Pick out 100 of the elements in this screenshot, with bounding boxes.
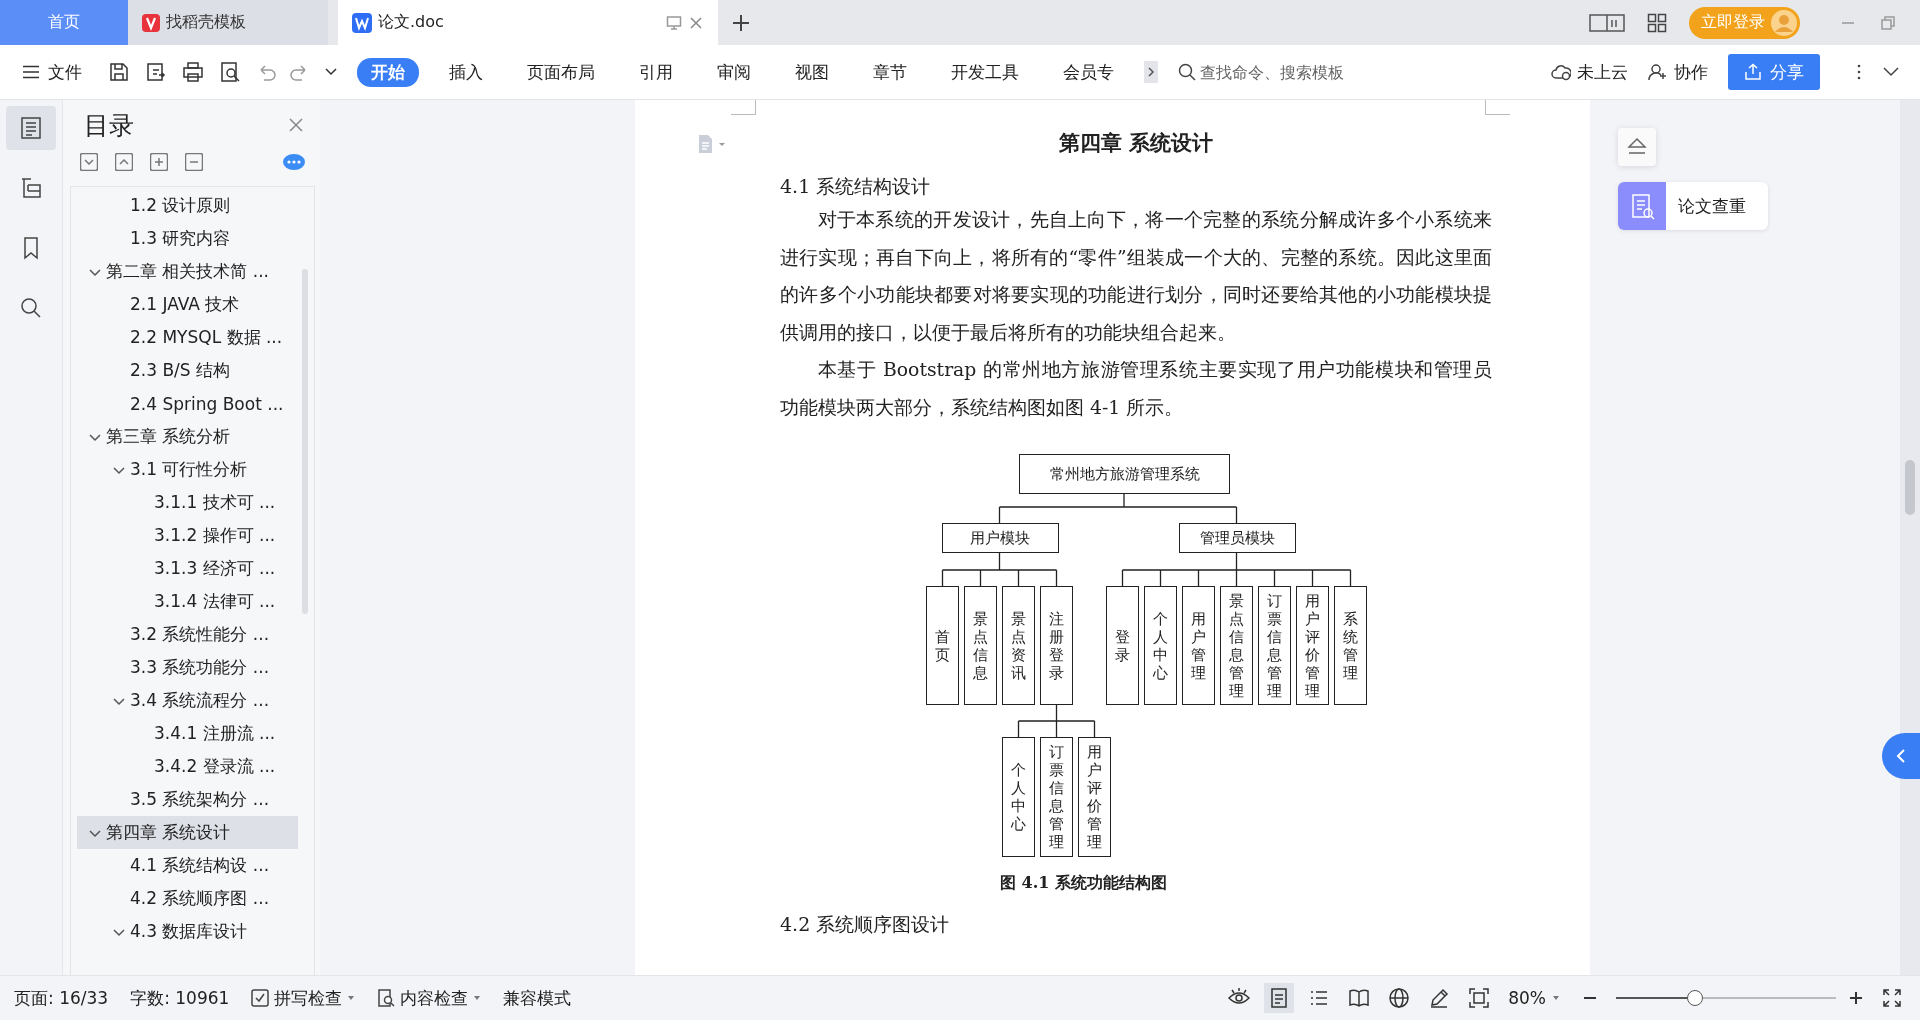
diagram-node: 个人中心	[1002, 737, 1035, 857]
reading-mode-icon[interactable]	[1589, 12, 1625, 33]
toc-item[interactable]: 2.4 Spring Boot ...	[77, 387, 298, 420]
check-box-icon	[251, 989, 270, 1007]
close-icon[interactable]	[289, 118, 303, 132]
scrollbar[interactable]	[1900, 100, 1920, 975]
content-check-button[interactable]: 内容检查	[377, 986, 482, 1010]
diagram-node: 用户管理	[1182, 586, 1215, 705]
expand-up-icon[interactable]	[115, 153, 133, 171]
person-add-icon	[1648, 63, 1668, 81]
scrollbar[interactable]	[302, 269, 308, 614]
zoom-in-icon[interactable]	[1848, 990, 1864, 1006]
side-expand-tab[interactable]	[1882, 733, 1920, 779]
caret-icon	[473, 995, 482, 1001]
crop-mark	[1485, 100, 1510, 115]
tab[interactable]: 找稻壳模板	[128, 0, 328, 45]
toc-item[interactable]: 3.5 系统架构分 ...	[77, 783, 298, 816]
diagram-node: 首页	[926, 586, 959, 705]
toc-item[interactable]: 3.4 系统流程分 ...	[77, 684, 298, 717]
ribbon-tab[interactable]: 章节	[859, 57, 921, 87]
collapse-ribbon-icon[interactable]	[1882, 66, 1900, 78]
pen-icon[interactable]	[1428, 987, 1451, 1009]
toc-item[interactable]: 4.3 数据库设计	[77, 915, 298, 948]
app-logo-icon	[142, 13, 160, 32]
toc-item[interactable]: 2.2 MYSQL 数据 ...	[77, 321, 298, 354]
diagram-node: 常州地方旅游管理系统	[1019, 454, 1230, 494]
cloud-status-button[interactable]: 未上云	[1551, 60, 1628, 84]
ribbon-tab[interactable]: 开始	[357, 57, 419, 87]
toc-item[interactable]: 3.4.2 登录流 ...	[77, 750, 298, 783]
export-icon[interactable]	[145, 61, 167, 83]
chapter-heading: 第四章 系统设计	[1057, 129, 1215, 157]
toc-item[interactable]: 3.4.1 注册流 ...	[77, 717, 298, 750]
collapse-icon[interactable]	[1618, 128, 1656, 166]
ribbon-tab[interactable]: 开发工具	[937, 57, 1033, 87]
share-icon	[1744, 63, 1762, 81]
diagram-node: 景点信息管理	[1220, 586, 1253, 705]
globe-icon[interactable]	[1388, 987, 1411, 1009]
caret-icon	[1552, 995, 1560, 1001]
more-tabs-icon[interactable]	[1144, 61, 1158, 83]
toc-item[interactable]: 1.3 研究内容	[77, 222, 298, 255]
document-icon	[352, 12, 372, 33]
ribbon-tab[interactable]: 引用	[625, 57, 687, 87]
ribbon-tab[interactable]: 插入	[435, 57, 497, 87]
diagram-node: 注册登录	[1040, 586, 1073, 705]
toc-item[interactable]: 3.2 系统性能分 ...	[77, 618, 298, 651]
close-icon[interactable]	[688, 14, 704, 31]
fullscreen-icon[interactable]	[1882, 988, 1902, 1008]
ribbon-tab[interactable]: 视图	[781, 57, 843, 87]
diagram-node: 订票信息管理	[1040, 737, 1073, 857]
print-icon[interactable]	[182, 61, 204, 83]
crop-mark	[731, 100, 756, 115]
fit-page-icon[interactable]	[1468, 987, 1491, 1009]
remove-icon[interactable]	[185, 153, 203, 171]
tab[interactable]: 论文.doc	[338, 0, 718, 45]
page-view-icon[interactable]	[1264, 983, 1295, 1013]
section-heading: 4.1 系统结构设计	[780, 174, 932, 199]
toc-item[interactable]: 3.1.1 技术可 ...	[77, 486, 298, 519]
toc-item[interactable]: 4.2 系统顺序图 ...	[77, 882, 298, 915]
toc-item[interactable]: 2.1 JAVA 技术	[77, 288, 298, 321]
collapse-all-icon[interactable]	[80, 153, 98, 171]
save-icon[interactable]	[108, 61, 130, 83]
toc-item[interactable]: 3.1.3 经济可 ...	[77, 552, 298, 585]
toc-item[interactable]: 4.1 系统结构设 ...	[77, 849, 298, 882]
search-field[interactable]: 查找命令、搜索模板	[1178, 62, 1378, 82]
spell-check-button[interactable]: 拼写检查	[251, 986, 356, 1010]
ribbon-tab[interactable]: 审阅	[703, 57, 765, 87]
collaborate-button[interactable]: 协作	[1648, 60, 1708, 84]
toc-item[interactable]: 第二章 相关技术简 ...	[77, 255, 298, 288]
diagram-node: 用户模块	[941, 523, 1059, 553]
diagram-node: 景点信息	[964, 586, 997, 705]
add-icon[interactable]	[150, 153, 168, 171]
toc-item[interactable]: 3.1 可行性分析	[77, 453, 298, 486]
toc-item[interactable]: 3.1.2 操作可 ...	[77, 519, 298, 552]
outline-icon[interactable]	[6, 106, 56, 150]
slider-thumb[interactable]	[1687, 990, 1704, 1006]
monitor-icon[interactable]	[666, 14, 682, 31]
more-icon[interactable]	[1856, 63, 1862, 81]
file-menu[interactable]: 文件	[22, 60, 82, 84]
diagram-node: 用户评价管理	[1296, 586, 1329, 705]
book-icon[interactable]	[1348, 987, 1371, 1009]
toc-item[interactable]: 第三章 系统分析	[77, 420, 298, 453]
print-preview-icon[interactable]	[219, 61, 241, 83]
toc-item[interactable]: 3.1.4 法律可 ...	[77, 585, 298, 618]
toc-item[interactable]: 1.2 设计原则	[77, 189, 298, 222]
toc-item[interactable]: 3.3 系统功能分 ...	[77, 651, 298, 684]
add-tab-icon[interactable]	[732, 13, 750, 32]
menu-icon	[22, 65, 40, 79]
toc-item[interactable]: 2.3 B/S 结构	[77, 354, 298, 387]
word-count: 字数: 10961	[130, 986, 230, 1010]
cloud-icon	[1551, 63, 1571, 81]
ribbon-tab[interactable]: 会员专	[1049, 57, 1128, 87]
diagram-node: 管理员模块	[1178, 523, 1296, 553]
share-button[interactable]: 分享	[1728, 54, 1820, 90]
search-icon	[1178, 63, 1196, 81]
grid-icon[interactable]	[1647, 12, 1667, 33]
diagram-node: 登录	[1106, 586, 1139, 705]
ribbon-tab[interactable]: 页面布局	[513, 57, 609, 87]
zoom-level-dropdown[interactable]: 80%	[1508, 988, 1560, 1008]
plagiarism-check-button[interactable]: 论文查重	[1618, 182, 1768, 230]
toc-item[interactable]: 第四章 系统设计	[77, 816, 298, 849]
